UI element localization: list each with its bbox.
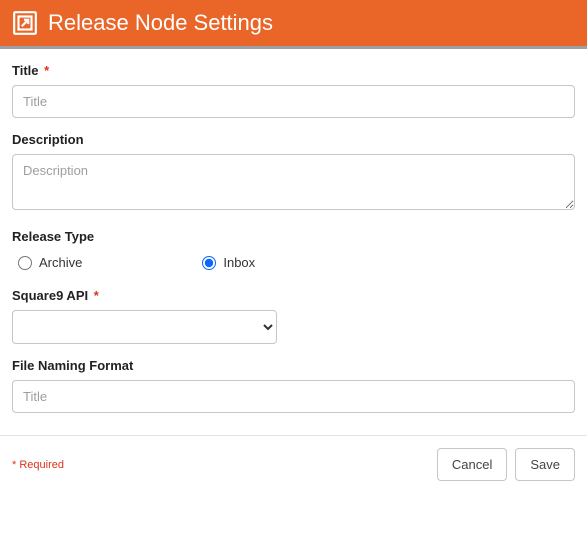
required-note: * Required <box>12 459 64 471</box>
square9-api-label: Square9 API * <box>12 288 575 303</box>
square9-api-label-text: Square9 API <box>12 288 88 303</box>
radio-option-inbox[interactable]: Inbox <box>202 255 255 270</box>
field-square9-api: Square9 API * <box>12 288 575 344</box>
field-release-type: Release Type Archive Inbox <box>12 229 575 274</box>
title-label: Title * <box>12 63 575 78</box>
cancel-button[interactable]: Cancel <box>437 448 507 481</box>
footer-buttons: Cancel Save <box>437 448 575 481</box>
release-type-options: Archive Inbox <box>12 251 575 274</box>
required-indicator: * <box>94 288 99 303</box>
square9-api-select[interactable] <box>12 310 277 344</box>
file-naming-format-input[interactable] <box>12 380 575 413</box>
title-label-text: Title <box>12 63 39 78</box>
radio-inbox[interactable] <box>202 256 216 270</box>
required-indicator: * <box>44 63 49 78</box>
dialog-title: Release Node Settings <box>48 10 273 36</box>
title-input[interactable] <box>12 85 575 118</box>
field-file-naming-format: File Naming Format <box>12 358 575 413</box>
radio-inbox-label: Inbox <box>223 255 255 270</box>
description-input[interactable] <box>12 154 575 210</box>
release-node-icon <box>12 10 38 36</box>
radio-option-archive[interactable]: Archive <box>18 255 82 270</box>
file-naming-format-label: File Naming Format <box>12 358 575 373</box>
dialog-header: Release Node Settings <box>0 0 587 49</box>
release-type-label: Release Type <box>12 229 575 244</box>
field-description: Description <box>12 132 575 215</box>
dialog-footer: * Required Cancel Save <box>0 435 587 493</box>
save-button[interactable]: Save <box>515 448 575 481</box>
field-title: Title * <box>12 63 575 118</box>
form-body: Title * Description Release Type Archive… <box>0 49 587 435</box>
radio-archive[interactable] <box>18 256 32 270</box>
radio-archive-label: Archive <box>39 255 82 270</box>
description-label: Description <box>12 132 575 147</box>
